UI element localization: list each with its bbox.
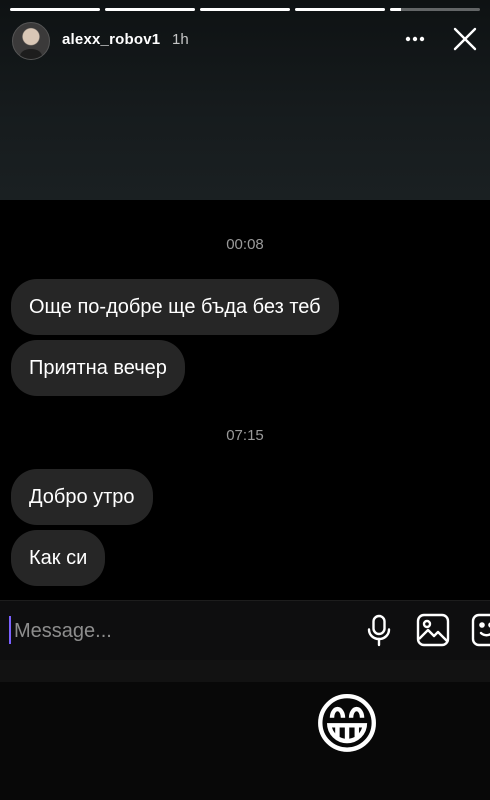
gallery-button[interactable] (414, 611, 452, 649)
post-time: 1h (172, 31, 189, 48)
progress-segment (200, 8, 290, 11)
progress-segment (295, 8, 385, 11)
message-bubble: Как си (11, 530, 106, 586)
message-bubble: Приятна вечер (11, 340, 185, 396)
avatar[interactable] (12, 22, 50, 60)
chat-screenshot: 00:08 Още по-добре ще бъда без теб Прият… (0, 200, 490, 600)
more-horizontal-icon (405, 36, 425, 42)
text-cursor (9, 616, 11, 644)
grinning-face-icon[interactable]: 😁 (307, 684, 387, 764)
timestamp: 00:08 (226, 236, 264, 253)
story-progress-bar (10, 8, 480, 11)
progress-segment (390, 8, 480, 11)
progress-segment (105, 8, 195, 11)
progress-segment (10, 8, 100, 11)
sticker-icon (471, 613, 490, 647)
story-header: alexx_robov1 1h (12, 20, 480, 60)
sticker-button[interactable] (469, 611, 490, 649)
voice-message-button[interactable] (360, 611, 398, 649)
timestamp: 07:15 (226, 427, 264, 444)
message-input[interactable] (12, 614, 346, 648)
message-composer (0, 600, 490, 660)
story-bottom-area (0, 660, 490, 800)
close-icon (453, 27, 477, 51)
microphone-icon (367, 614, 391, 647)
username[interactable]: alexx_robov1 (62, 31, 160, 48)
gallery-icon (416, 613, 450, 647)
message-bubble: Още по-добре ще бъда без теб (11, 279, 339, 335)
close-button[interactable] (450, 24, 480, 54)
more-options-button[interactable] (402, 26, 428, 52)
message-bubble: Добро утро (11, 469, 153, 525)
